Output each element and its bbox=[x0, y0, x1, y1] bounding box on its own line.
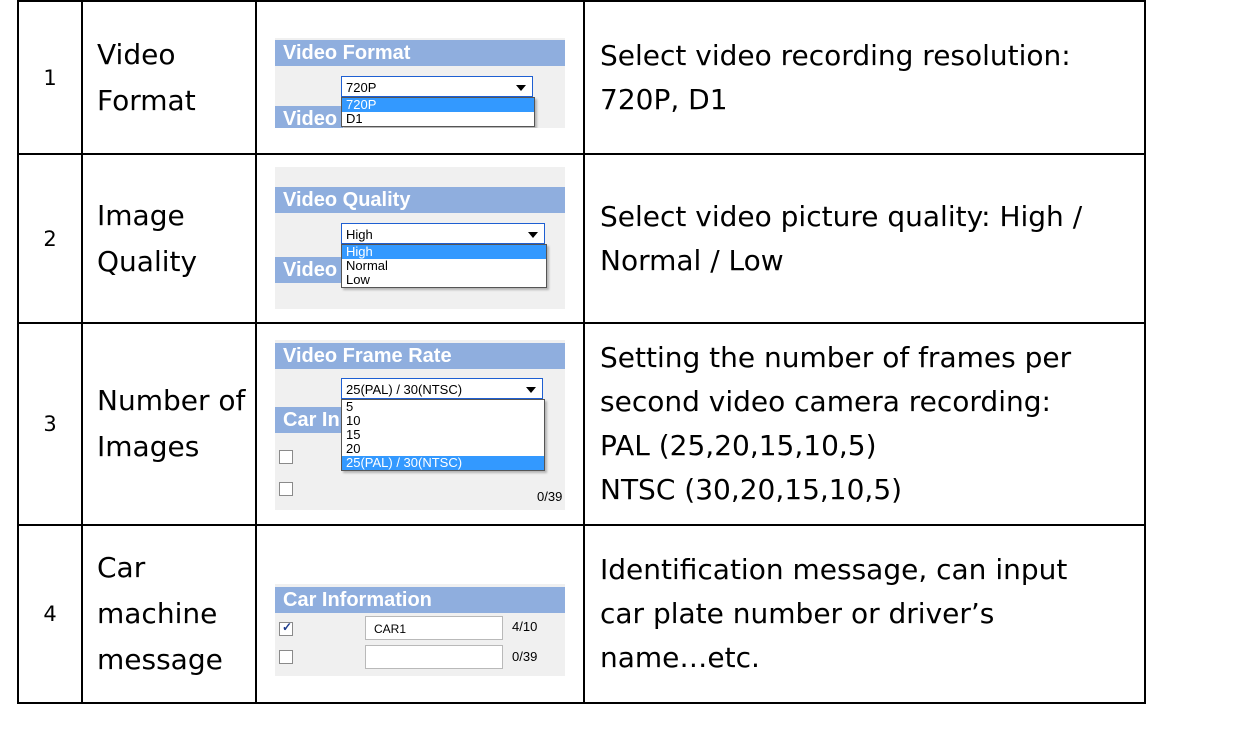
table-row: 1 Video Format Video Format Video 720P 7… bbox=[17, 0, 1146, 155]
char-count: 4/10 bbox=[512, 619, 538, 634]
item-name: Video Format bbox=[81, 0, 257, 155]
ui-panel: Video Frame Rate Car In 0/39 25(PAL) / 3… bbox=[275, 340, 565, 510]
desc-line: second video camera recording: bbox=[600, 385, 1051, 418]
checkbox-checked[interactable]: ✓ bbox=[279, 620, 293, 636]
desc-line: Select video picture quality: High / bbox=[600, 199, 1083, 233]
table-row: 3 Number of Images Video Frame Rate Car … bbox=[17, 322, 1146, 526]
checkbox[interactable] bbox=[279, 650, 293, 664]
ui-panel: Video Format Video 720P 720P D1 bbox=[275, 38, 565, 128]
desc-line: name…etc. bbox=[600, 641, 760, 674]
desc-line: car plate number or driver’s bbox=[600, 597, 995, 630]
char-count: 0/39 bbox=[537, 489, 563, 504]
row-number: 4 bbox=[17, 524, 83, 704]
list-item[interactable]: Low bbox=[342, 273, 546, 287]
list-item[interactable]: 720P bbox=[342, 98, 534, 112]
desc-line: Select video recording resolution: bbox=[600, 38, 1071, 72]
description: Identification message, can input car pl… bbox=[583, 524, 1146, 704]
list-item[interactable]: 25(PAL) / 30(NTSC) bbox=[342, 456, 544, 470]
select-value: High bbox=[346, 227, 373, 242]
dropdown-list: 720P D1 bbox=[341, 97, 535, 127]
item-line: Car machine bbox=[97, 551, 218, 630]
panel-heading: Video Quality bbox=[275, 187, 565, 213]
select-value: 25(PAL) / 30(NTSC) bbox=[346, 382, 463, 397]
screenshot-image-quality: Video Quality Video High High Normal Low bbox=[255, 153, 585, 324]
list-item[interactable]: D1 bbox=[342, 112, 534, 126]
chevron-down-icon bbox=[526, 387, 536, 393]
frame-rate-select[interactable]: 25(PAL) / 30(NTSC) bbox=[341, 378, 543, 399]
panel-heading: Video Frame Rate bbox=[275, 343, 565, 369]
chevron-down-icon bbox=[516, 85, 526, 91]
row-number: 3 bbox=[17, 322, 83, 526]
item-line: Images bbox=[97, 430, 200, 463]
row-number: 2 bbox=[17, 153, 83, 324]
checkbox[interactable] bbox=[279, 450, 293, 464]
panel-heading-2: Video bbox=[275, 106, 343, 128]
desc-line: NTSC (30,20,15,10,5) bbox=[600, 473, 903, 506]
dropdown-list: High Normal Low bbox=[341, 244, 547, 288]
settings-table: 1 Video Format Video Format Video 720P 7… bbox=[17, 0, 1146, 704]
description: Select video picture quality: High / Nor… bbox=[583, 153, 1146, 324]
car-info-field[interactable]: CAR1 bbox=[365, 616, 503, 640]
panel-heading: Car Information bbox=[275, 587, 565, 613]
panel-heading-2: Video bbox=[275, 257, 343, 283]
list-item[interactable]: 20 bbox=[342, 442, 544, 456]
item-name: Image Quality bbox=[81, 153, 257, 324]
list-item[interactable]: 10 bbox=[342, 414, 544, 428]
description: Select video recording resolution: 720P,… bbox=[583, 0, 1146, 155]
item-name: Car machine message bbox=[81, 524, 257, 704]
desc-line: 720P, D1 bbox=[600, 82, 728, 116]
list-item[interactable]: Normal bbox=[342, 259, 546, 273]
list-item[interactable]: 15 bbox=[342, 428, 544, 442]
desc-line: PAL (25,20,15,10,5) bbox=[600, 429, 877, 462]
desc-line: Normal / Low bbox=[600, 243, 784, 277]
desc-line: Setting the number of frames per bbox=[600, 341, 1072, 374]
chevron-down-icon bbox=[528, 232, 538, 238]
ui-panel: Video Quality Video High High Normal Low bbox=[275, 167, 565, 309]
row-number: 1 bbox=[17, 0, 83, 155]
check-icon: ✓ bbox=[282, 620, 293, 634]
screenshot-video-format: Video Format Video 720P 720P D1 bbox=[255, 0, 585, 155]
ui-panel: Car Information ✓ CAR1 4/10 0/39 bbox=[275, 584, 565, 676]
table-row: 2 Image Quality Video Quality Video High… bbox=[17, 153, 1146, 324]
char-count: 0/39 bbox=[512, 649, 538, 664]
description: Setting the number of frames per second … bbox=[583, 322, 1146, 526]
desc-line: Identification message, can input bbox=[600, 553, 1068, 586]
table-row: 4 Car machine message Car Information ✓ … bbox=[17, 524, 1146, 704]
item-line: Number of bbox=[97, 384, 246, 417]
list-item[interactable]: High bbox=[342, 245, 546, 259]
dropdown-list: 5 10 15 20 25(PAL) / 30(NTSC) bbox=[341, 399, 545, 471]
screenshot-frame-rate: Video Frame Rate Car In 0/39 25(PAL) / 3… bbox=[255, 322, 585, 526]
panel-heading-2: Car In bbox=[275, 407, 341, 433]
item-line: message bbox=[97, 643, 223, 676]
item-name: Number of Images bbox=[81, 322, 257, 526]
select-value: 720P bbox=[346, 80, 377, 95]
checkbox[interactable] bbox=[279, 482, 293, 496]
quality-select[interactable]: High bbox=[341, 223, 545, 244]
screenshot-car-information: Car Information ✓ CAR1 4/10 0/39 bbox=[255, 524, 585, 704]
panel-heading: Video Format bbox=[275, 40, 565, 66]
format-select[interactable]: 720P bbox=[341, 76, 533, 97]
list-item[interactable]: 5 bbox=[342, 400, 544, 414]
driver-info-field[interactable] bbox=[365, 645, 503, 669]
